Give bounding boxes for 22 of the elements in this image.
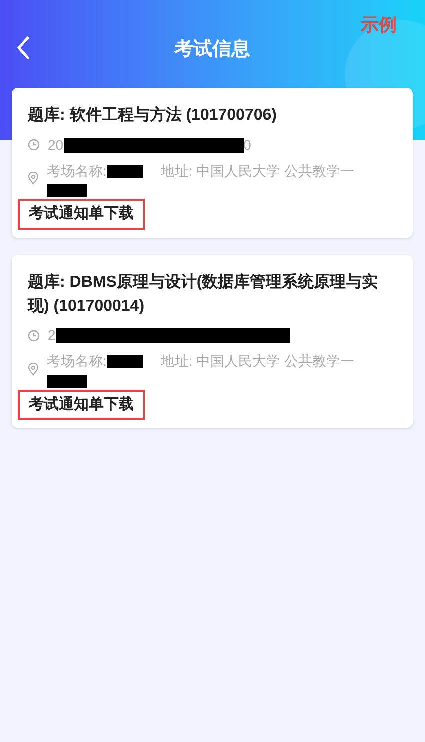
exam-title: 题库: DBMS原理与设计(数据库管理系统原理与实现) (101700014) [28, 272, 380, 316]
location-pin-icon [28, 362, 39, 376]
download-notice-button[interactable]: 考试通知单下载 [18, 199, 145, 230]
exam-time: 20 [48, 136, 64, 154]
clock-icon [28, 139, 40, 151]
watermark-label: 示例 [361, 14, 397, 37]
exam-time: 0 [244, 136, 252, 154]
page-title: 考试信息 [174, 38, 250, 62]
exam-time: 2 [48, 326, 56, 345]
venue-label: 考场名称: [47, 352, 107, 371]
venue-address: 地址: 中国人民大学 公共教学一 [160, 162, 355, 180]
back-icon[interactable] [16, 36, 30, 60]
venue-address: 地址: 中国人民大学 公共教学一 [160, 352, 355, 371]
location-pin-icon [28, 172, 39, 185]
redaction-bar [106, 355, 143, 368]
clock-icon [28, 330, 40, 342]
download-notice-button[interactable]: 考试通知单下载 [18, 390, 145, 420]
exam-title: 题库: 软件工程与方法 (101700706) [28, 105, 278, 126]
redaction-bar [47, 374, 87, 388]
venue-label: 考场名称: [47, 162, 107, 180]
redaction-bar [106, 164, 143, 178]
redaction-bar [47, 184, 87, 197]
